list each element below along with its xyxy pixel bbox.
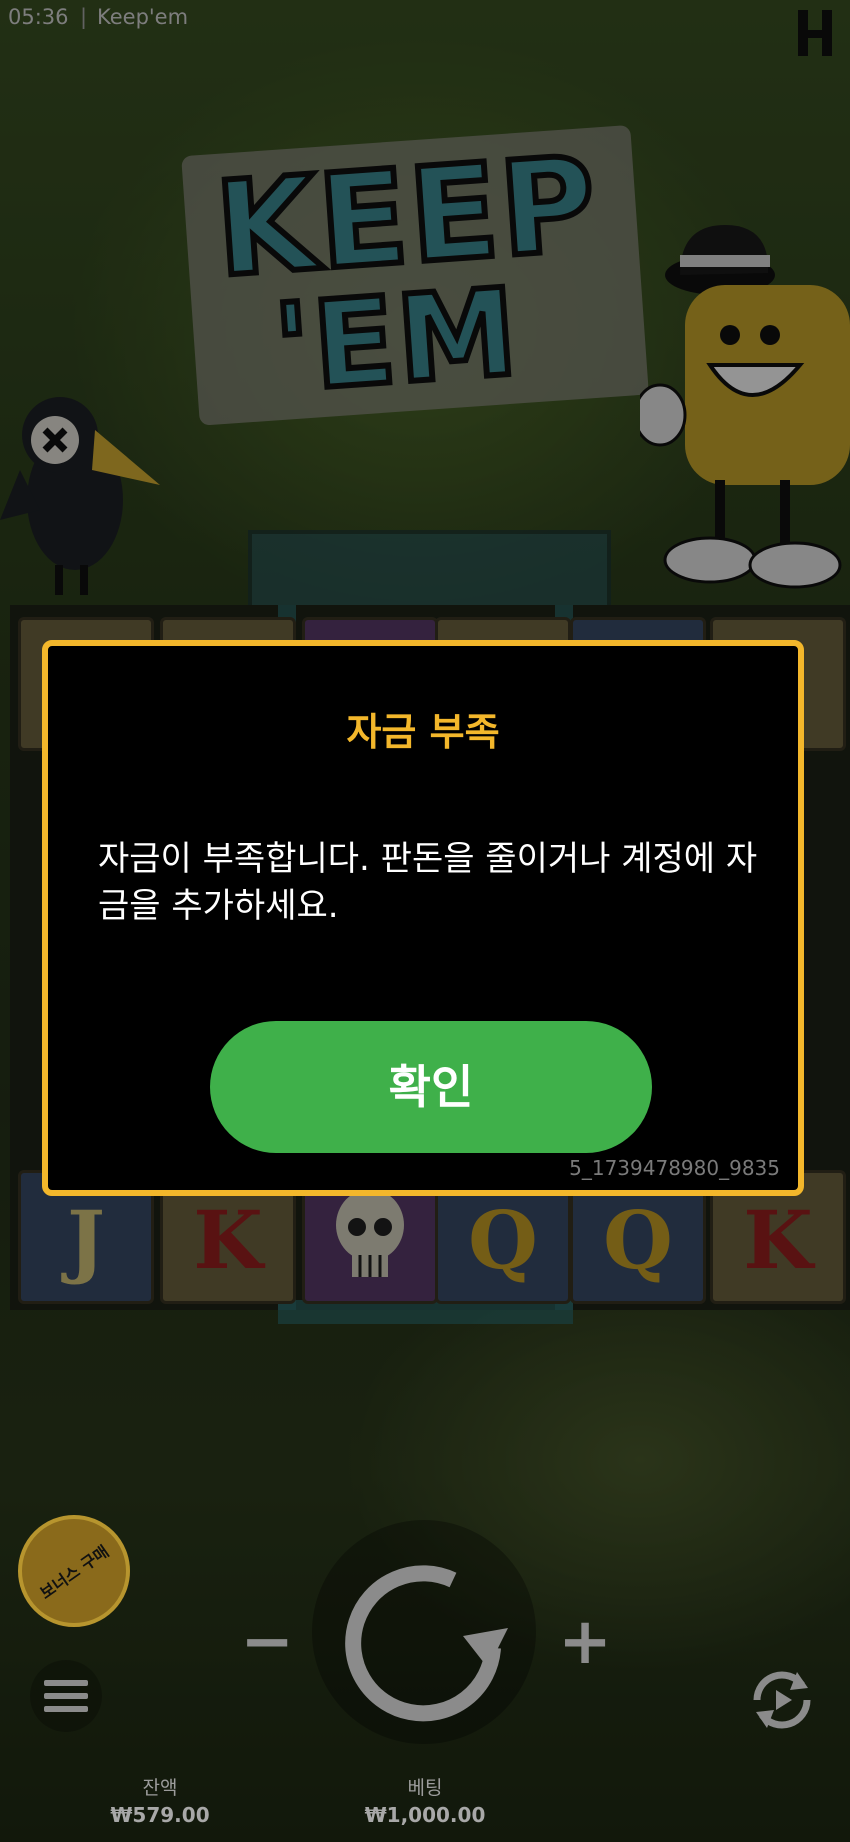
menu-button[interactable]: [30, 1660, 102, 1732]
increase-bet-button[interactable]: +: [550, 1610, 620, 1674]
session-id: 5_1739478980_9835: [569, 1156, 780, 1180]
bet-value: ₩1,000.00: [364, 1803, 486, 1827]
dialog-message: 자금이 부족합니다. 판돈을 줄이거나 계정에 자금을 추가하세요.: [98, 839, 758, 926]
balance-display: 잔액 ₩579.00: [100, 1776, 220, 1830]
dialog-title: 자금 부족: [346, 710, 500, 754]
bonus-buy-label: 보너스 구매: [36, 1541, 113, 1603]
bonus-buy-button[interactable]: 보너스 구매: [18, 1515, 130, 1627]
balance-value: ₩579.00: [110, 1803, 210, 1827]
menu-icon: [44, 1706, 88, 1712]
confirm-button[interactable]: 확인: [210, 1021, 652, 1153]
bet-display: 베팅 ₩1,000.00: [355, 1776, 495, 1830]
decrease-bet-button[interactable]: −: [232, 1610, 302, 1674]
bet-label: 베팅: [407, 1777, 443, 1799]
insufficient-funds-dialog: 자금 부족 자금이 부족합니다. 판돈을 줄이거나 계정에 자금을 추가하세요.…: [42, 640, 804, 1196]
menu-icon: [44, 1680, 88, 1686]
balance-label: 잔액: [142, 1777, 178, 1799]
menu-icon: [44, 1693, 88, 1699]
autoplay-icon[interactable]: [742, 1660, 822, 1740]
spin-icon: [345, 1565, 508, 1722]
